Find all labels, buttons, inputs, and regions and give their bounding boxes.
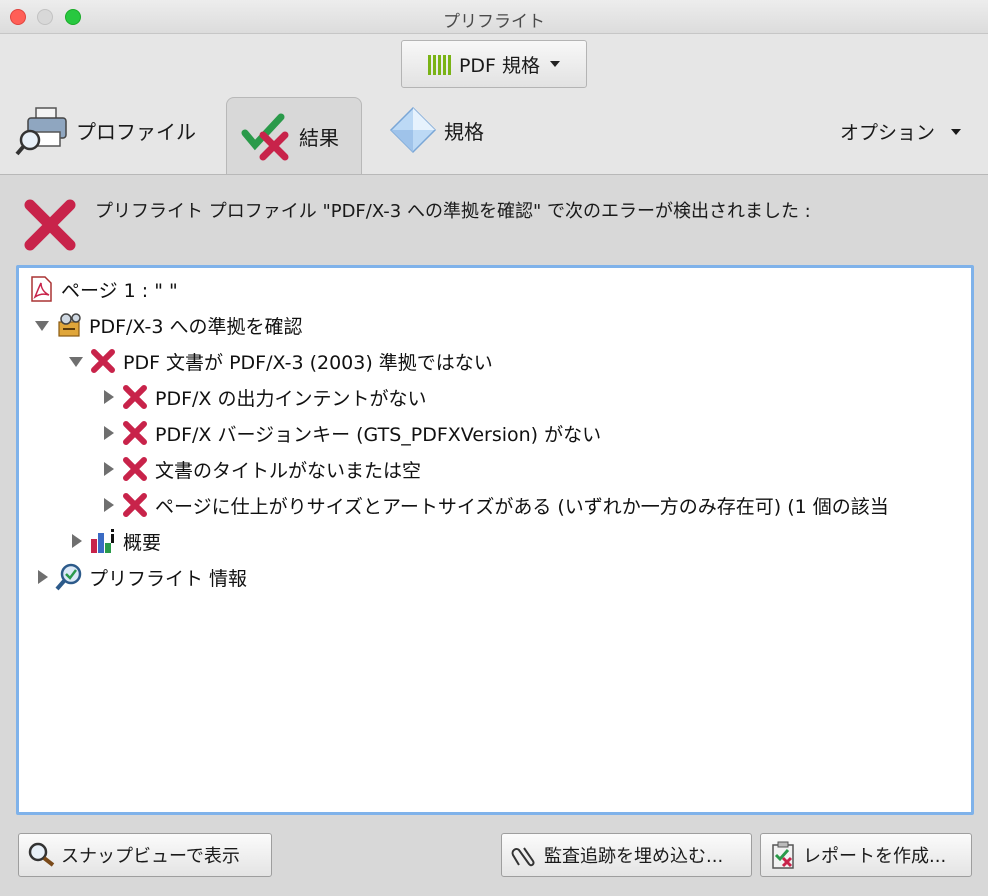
tree-row-label: PDF/X の出力インテントがない — [155, 387, 427, 410]
tree-row-error[interactable]: 文書のタイトルがないまたは空 — [101, 452, 421, 486]
preflight-window: プリフライト PDF 規格 プロファイル 結果 規格 オプション プリフライト … — [0, 0, 988, 896]
window-title: プリフライト — [443, 12, 545, 32]
tree-row-error[interactable]: PDF/X バージョンキー (GTS_PDFXVersion) がない — [101, 416, 601, 450]
printer-magnifier-icon — [15, 107, 67, 156]
chevron-down-icon — [550, 61, 561, 67]
tab-results[interactable]: 結果 — [226, 97, 362, 175]
report-clipboard-icon — [772, 841, 794, 869]
title-bar: プリフライト — [0, 0, 988, 34]
disclosure-expanded-icon[interactable] — [35, 318, 49, 332]
error-x-icon — [123, 421, 147, 445]
result-message: プリフライト プロファイル "PDF/X-3 への準拠を確認" で次のエラーが検… — [95, 201, 811, 222]
chevron-down-icon — [951, 128, 962, 135]
tree-row-summary[interactable]: 概要 — [69, 524, 161, 558]
magnifier-icon — [28, 842, 55, 867]
disclosure-collapsed-icon[interactable] — [101, 498, 115, 512]
disclosure-expanded-icon[interactable] — [69, 354, 83, 368]
error-x-icon — [24, 199, 76, 251]
tree-row-label: ページに仕上がりサイズとアートサイズがある (いずれか一方のみ存在可) (1 個… — [155, 495, 889, 518]
error-x-icon — [123, 457, 147, 481]
tree-row-error[interactable]: PDF/X の出力インテントがない — [101, 380, 426, 414]
tree-row-label: プリフライト 情報 — [89, 567, 248, 590]
tree-row-label: 文書のタイトルがないまたは空 — [155, 459, 422, 482]
error-x-icon — [123, 385, 147, 409]
results-tree[interactable]: ページ 1 : " " PDF/X-3 への準拠を確認 PDF 文書が PDF/… — [16, 265, 974, 815]
tab-results-label: 結果 — [299, 126, 339, 150]
tree-row-preflight-info[interactable]: プリフライト 情報 — [35, 560, 247, 594]
pdf-file-icon — [31, 276, 52, 302]
tab-standards[interactable]: 規格 — [388, 104, 484, 156]
results-panel: プリフライト プロファイル "PDF/X-3 への準拠を確認" で次のエラーが検… — [0, 174, 988, 896]
disclosure-collapsed-icon[interactable] — [69, 534, 83, 548]
check-x-icon — [241, 113, 289, 160]
tab-profiles-label: プロファイル — [76, 119, 196, 144]
tree-row-label: ページ 1 : " " — [61, 279, 178, 302]
tree-row-label: PDF/X-3 への準拠を確認 — [89, 315, 303, 338]
disclosure-collapsed-icon[interactable] — [101, 426, 115, 440]
paperclip-icon — [511, 847, 535, 867]
tree-row-label: 概要 — [123, 531, 162, 554]
tree-row-label: PDF/X バージョンキー (GTS_PDFXVersion) がない — [155, 423, 602, 446]
tree-row-page[interactable]: ページ 1 : " " — [27, 272, 178, 306]
disclosure-collapsed-icon[interactable] — [35, 570, 49, 584]
tree-row-profile[interactable]: PDF/X-3 への準拠を確認 — [35, 308, 302, 342]
disclosure-collapsed-icon[interactable] — [101, 390, 115, 404]
create-report-label: レポートを作成... — [803, 846, 947, 867]
info-magnifier-icon — [55, 563, 82, 591]
create-report-button[interactable]: レポートを作成... — [760, 833, 972, 877]
disclosure-collapsed-icon[interactable] — [101, 462, 115, 476]
standards-bars-icon — [427, 53, 451, 75]
tab-standards-label: 規格 — [444, 119, 484, 144]
options-menu[interactable]: オプション — [840, 118, 962, 145]
profile-tools-icon — [58, 313, 81, 337]
options-label: オプション — [840, 122, 936, 144]
pdf-standards-label: PDF 規格 — [458, 54, 541, 77]
snap-view-label: スナップビューで表示 — [61, 846, 240, 867]
pdf-standards-dropdown[interactable]: PDF 規格 — [401, 40, 587, 88]
tree-row-error-group[interactable]: PDF 文書が PDF/X-3 (2003) 準拠ではない — [69, 344, 493, 378]
embed-audit-trail-button[interactable]: 監査追跡を埋め込む... — [501, 833, 752, 877]
tree-row-label: PDF 文書が PDF/X-3 (2003) 準拠ではない — [123, 351, 493, 374]
error-x-icon — [91, 349, 115, 373]
snap-view-button[interactable]: スナップビューで表示 — [18, 833, 272, 877]
tab-profiles[interactable]: プロファイル — [14, 104, 196, 156]
diamond-icon — [389, 106, 437, 154]
error-x-icon — [123, 493, 147, 517]
summary-chart-icon — [91, 529, 114, 553]
tree-row-error[interactable]: ページに仕上がりサイズとアートサイズがある (いずれか一方のみ存在可) (1 個… — [101, 488, 889, 522]
embed-audit-trail-label: 監査追跡を埋め込む... — [544, 846, 724, 867]
